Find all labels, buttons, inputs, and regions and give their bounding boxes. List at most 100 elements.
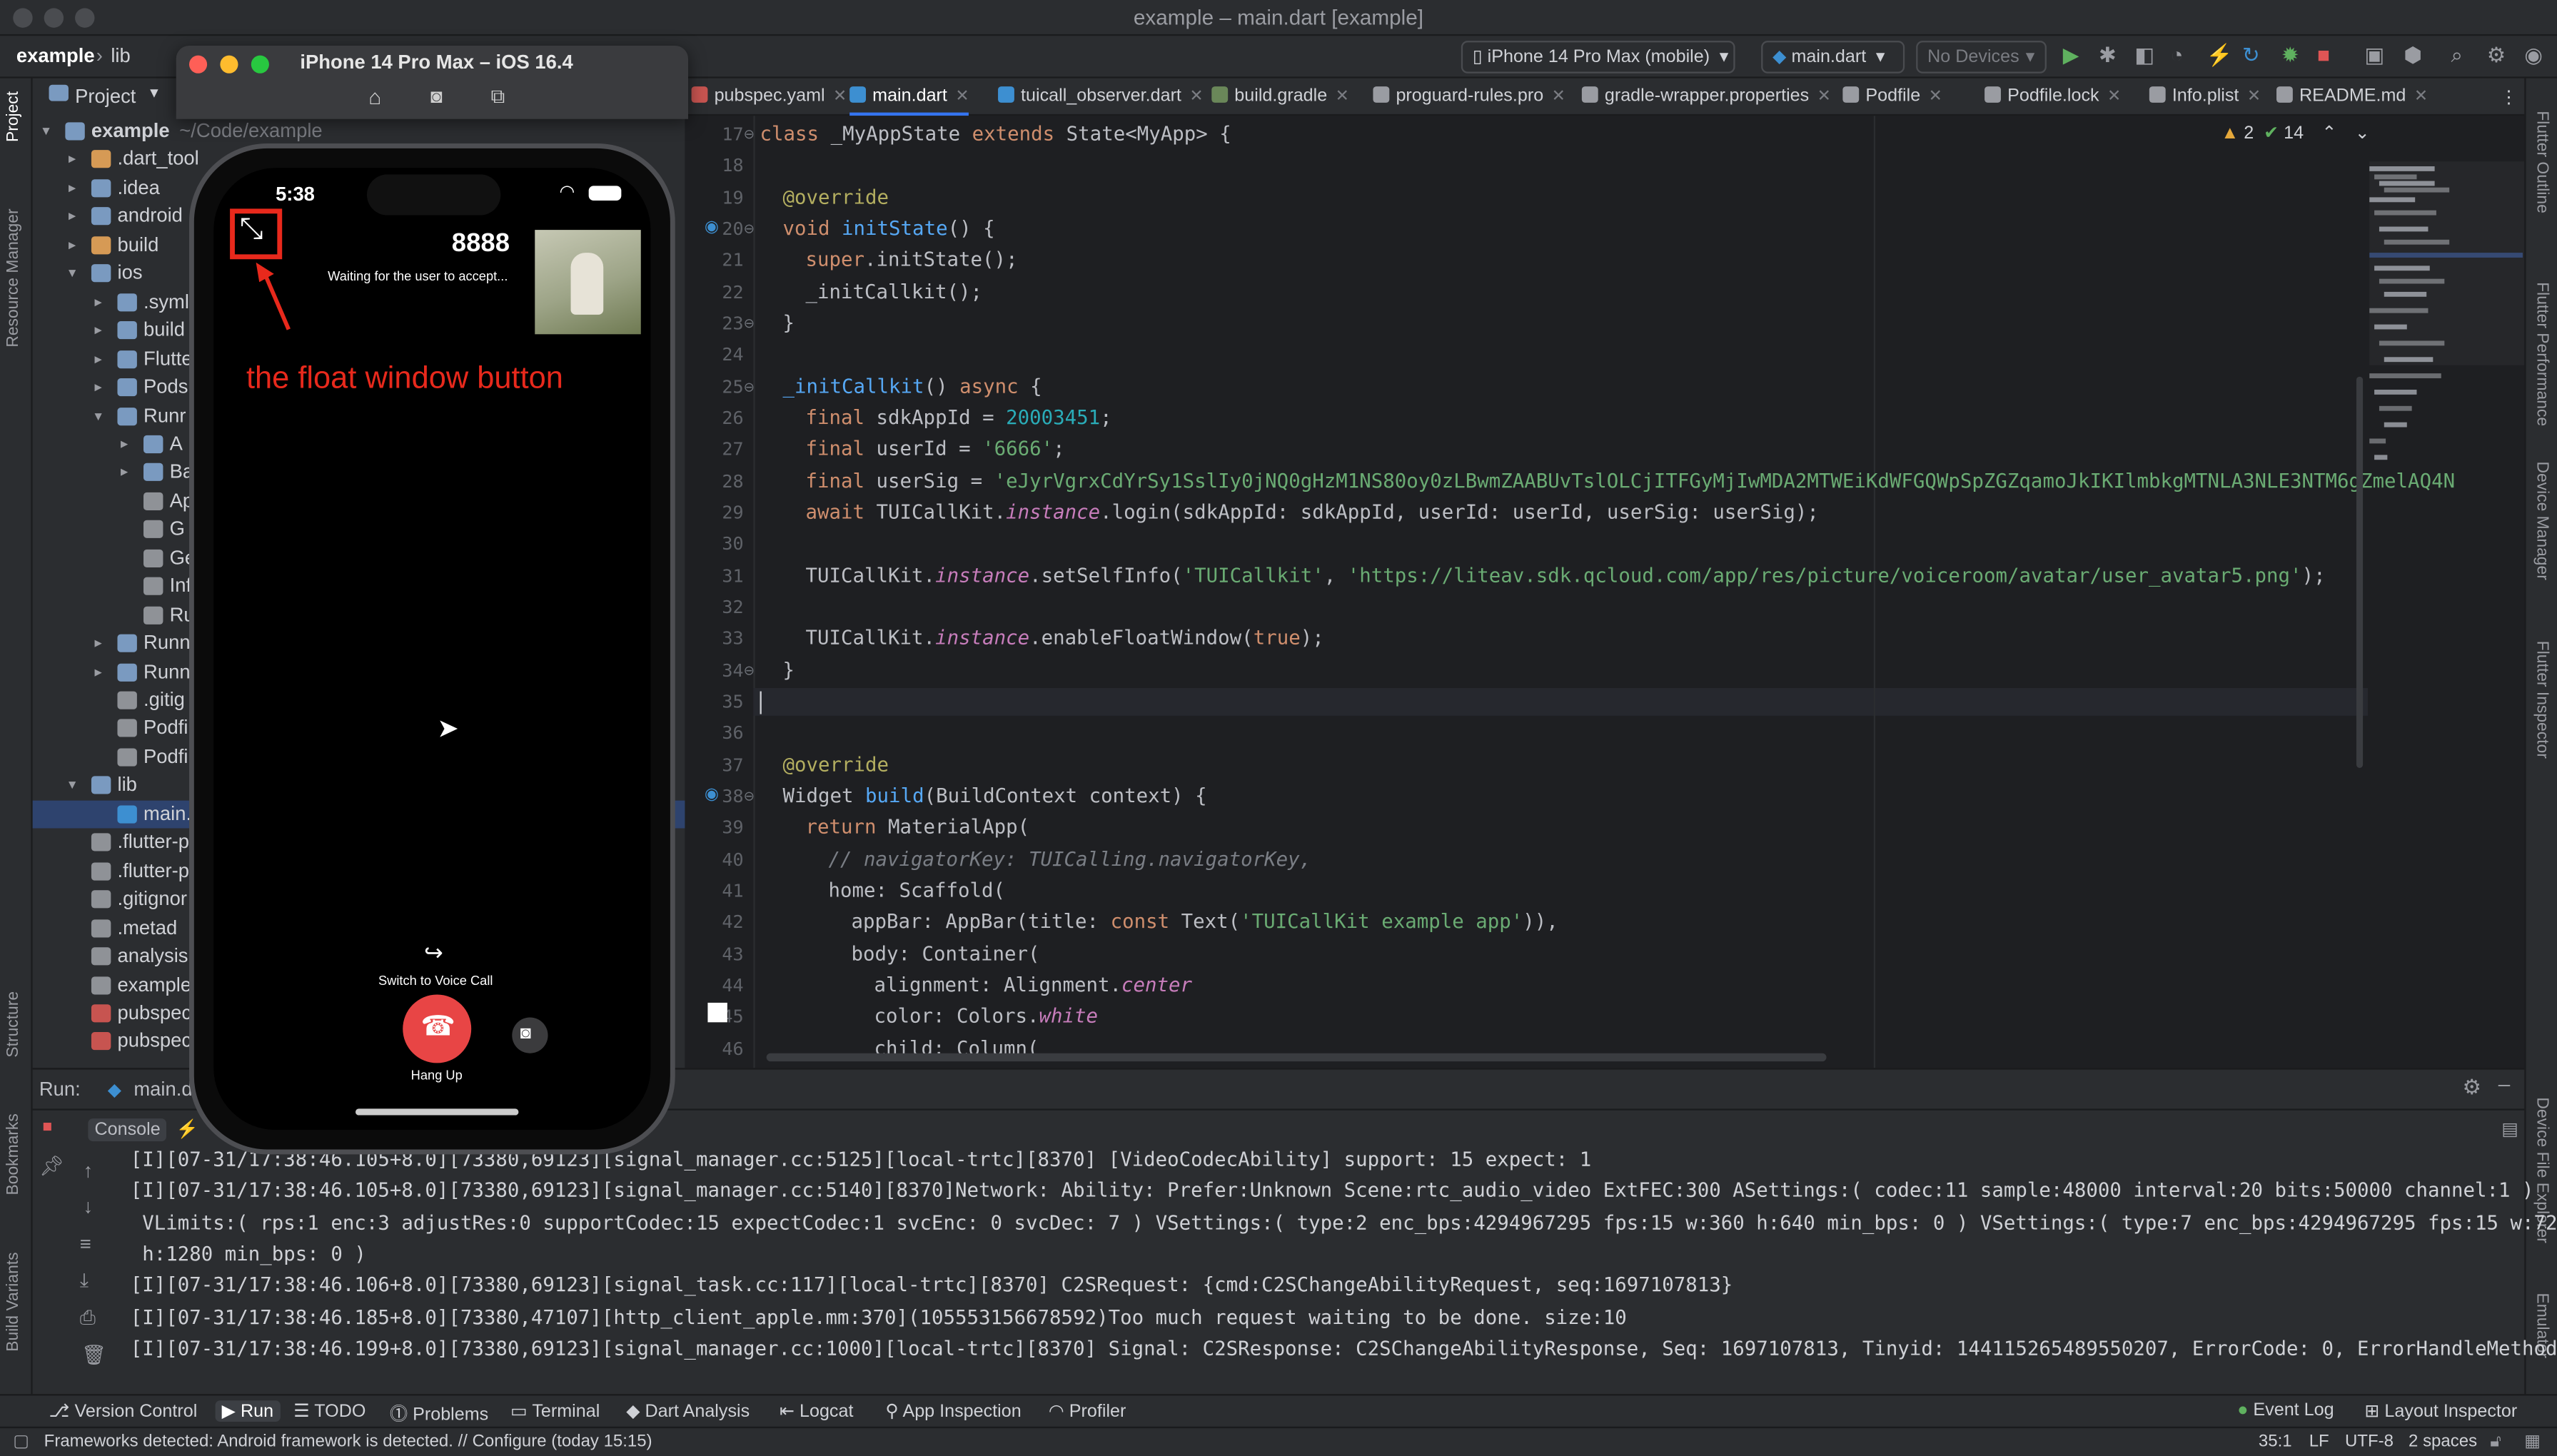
code-line[interactable]: Widget build(BuildContext context) { — [783, 784, 1207, 807]
run-config-selector[interactable]: ◆ main.dart ▾ — [1761, 41, 1905, 74]
gear-icon[interactable]: ⚙ — [2462, 1074, 2481, 1101]
attach-debugger-icon[interactable]: ✹ — [2281, 42, 2299, 69]
code-line[interactable]: home: Scaffold( — [828, 879, 1005, 901]
close-icon[interactable]: ✕ — [1336, 88, 1349, 106]
tool-logcat[interactable]: ⇤ Logcat — [780, 1400, 854, 1422]
chevron-right-icon[interactable]: ▸ — [121, 435, 128, 453]
close-icon[interactable]: ✕ — [2247, 88, 2261, 106]
code-line[interactable]: await TUICallKit.instance.login(sdkAppId… — [805, 500, 1818, 523]
code-line[interactable]: } — [783, 311, 795, 334]
editor-tab[interactable]: Info.plist ✕ — [2149, 79, 2261, 116]
code-line[interactable]: appBar: AppBar(title: const Text('TUICal… — [851, 910, 1558, 933]
horizontal-scrollbar[interactable] — [766, 1053, 1827, 1062]
minimap-viewport[interactable] — [2369, 161, 2525, 365]
close-icon[interactable]: ✕ — [2107, 88, 2121, 106]
chevron-right-icon[interactable]: ▸ — [69, 179, 76, 197]
code-line[interactable]: // navigatorKey: TUICalling.navigatorKey… — [828, 847, 1311, 870]
hot-reload-icon[interactable]: ⚡ — [2207, 42, 2233, 69]
code-line[interactable]: void initState() { — [783, 217, 995, 240]
editor-tab[interactable]: Podfile ✕ — [1842, 79, 1942, 116]
tool-window-bookmarks[interactable]: Bookmarks — [5, 1113, 23, 1195]
code-line[interactable]: final userSig = 'eJyrVgrxCdYrSy1SslIy0jN… — [805, 469, 2455, 492]
close-icon[interactable]: ✕ — [1929, 88, 1942, 106]
chevron-down-icon[interactable]: ▾ — [69, 265, 76, 283]
indent-setting[interactable]: 2 spaces — [2409, 1432, 2477, 1451]
code-line[interactable]: TUICallKit.instance.enableFloatWindow(tr… — [805, 627, 1323, 649]
gear-icon[interactable]: ⚙ — [2487, 42, 2506, 69]
home-indicator[interactable] — [355, 1108, 519, 1116]
minimize-simulator-button[interactable] — [220, 55, 238, 74]
status-toggle-icon[interactable]: ▢ — [13, 1432, 29, 1451]
close-icon[interactable]: ✕ — [833, 88, 847, 106]
code-line[interactable]: @override — [783, 752, 889, 775]
account-icon[interactable]: ◉ — [2524, 42, 2543, 69]
more-tabs-icon[interactable]: ⋮ — [2500, 79, 2518, 116]
code-line[interactable]: TUICallKit.instance.setSelfInfo('TUICall… — [805, 564, 2325, 587]
tool-terminal[interactable]: ▭ Terminal — [510, 1400, 600, 1422]
layout-icon[interactable]: ▤ — [2501, 1118, 2518, 1139]
sdk-manager-icon[interactable]: ⬢ — [2404, 42, 2422, 69]
editor-tab[interactable]: pubspec.yaml ✕ — [691, 79, 847, 116]
status-message[interactable]: Frameworks detected: Android framework i… — [44, 1432, 652, 1451]
tool-window-build-variants[interactable]: Build Variants — [5, 1252, 23, 1351]
tool-window-structure[interactable]: Structure — [5, 991, 23, 1058]
console-tab[interactable]: Console — [88, 1118, 167, 1142]
tool-window-flutter-inspector[interactable]: Flutter Inspector — [2533, 641, 2551, 759]
device-selector[interactable]: ▯ iPhone 14 Pro Max (mobile) ▾ — [1461, 41, 1735, 74]
file-encoding[interactable]: UTF-8 — [2345, 1432, 2394, 1451]
chevron-right-icon[interactable]: ▸ — [94, 635, 101, 652]
close-icon[interactable]: ✕ — [1817, 88, 1831, 106]
code-content[interactable]: class _MyAppState extends State<MyApp> {… — [685, 116, 2455, 1068]
vertical-scrollbar[interactable] — [2356, 376, 2364, 768]
editor-tab[interactable]: Podfile.lock ✕ — [1984, 79, 2121, 116]
caret-position[interactable]: 35:1 — [2259, 1432, 2292, 1451]
stop-icon[interactable]: ■ — [42, 1118, 52, 1136]
tool-event-log[interactable]: ● Event Log — [2237, 1400, 2334, 1420]
tool-profiler[interactable]: ◠ Profiler — [1049, 1400, 1126, 1422]
lightning-icon[interactable]: ⚡ — [176, 1118, 198, 1139]
editor-tab[interactable]: build.gradle ✕ — [1211, 79, 1349, 116]
switch-camera-button[interactable]: ◙ — [512, 1017, 548, 1053]
coverage-icon[interactable]: ◧ — [2134, 42, 2154, 69]
tool-window-project[interactable]: Project — [5, 91, 23, 142]
chevron-right-icon[interactable]: ▸ — [69, 151, 76, 168]
debug-icon[interactable]: ✱ — [2099, 42, 2117, 69]
inspection-widget[interactable]: ▲ 2 ✔ 14 ⌃ ⌄ — [2221, 122, 2369, 143]
chevron-up-icon[interactable]: ⌃ — [2321, 124, 2336, 143]
chevron-down-icon[interactable]: ▾ — [42, 122, 49, 140]
chevron-right-icon[interactable]: ▸ — [94, 293, 101, 310]
tool-version-control[interactable]: ⎇ Version Control — [49, 1400, 198, 1422]
lock-icon[interactable]: 🔓︎ — [2490, 1432, 2501, 1453]
switch-to-voice-label[interactable]: Switch to Voice Call — [378, 974, 493, 989]
code-line[interactable]: final sdkAppId = 20003451; — [805, 406, 1111, 429]
code-line[interactable]: _initCallkit(); — [805, 280, 982, 303]
editor-tab[interactable]: gradle-wrapper.properties ✕ — [1581, 79, 1831, 116]
project-view-selector[interactable]: Project — [75, 85, 136, 108]
close-simulator-button[interactable] — [188, 55, 208, 74]
chevron-right-icon[interactable]: ▸ — [121, 464, 128, 482]
editor-tab[interactable]: proguard-rules.pro ✕ — [1373, 79, 1565, 116]
code-line[interactable]: color: Colors.white — [874, 1005, 1098, 1028]
code-minimap[interactable] — [2369, 161, 2525, 552]
breadcrumb-lib[interactable]: lib — [111, 44, 130, 67]
tree-item[interactable]: ▾ example ~/Code/example — [33, 117, 685, 146]
tool-window-flutter-outline[interactable]: Flutter Outline — [2533, 111, 2551, 213]
chevron-right-icon[interactable]: ▸ — [94, 663, 101, 681]
tool-window-resource-manager[interactable]: Resource Manager — [5, 208, 23, 347]
chevron-down-icon[interactable]: ▾ — [69, 777, 76, 794]
chevron-right-icon[interactable]: ▸ — [94, 378, 101, 396]
code-line[interactable]: class _MyAppState extends State<MyApp> { — [760, 122, 1231, 145]
tool-todo[interactable]: ☰ TODO — [293, 1400, 365, 1422]
chevron-down-icon[interactable]: ⌄ — [2355, 124, 2370, 143]
chevron-right-icon[interactable]: ▸ — [69, 208, 76, 226]
chevron-right-icon[interactable]: ▸ — [69, 236, 76, 254]
chevron-down-icon[interactable]: ▾ — [94, 407, 101, 425]
switch-to-voice-icon[interactable]: ↪ — [424, 939, 443, 967]
home-icon[interactable]: ⌂ — [368, 85, 381, 109]
code-line[interactable]: super.initState(); — [805, 248, 1017, 271]
target-device-selector[interactable]: No Devices ▾ — [1916, 41, 2047, 74]
console-output[interactable]: [I][07-31/17:38:46.105+8.0][73380,69123]… — [33, 1148, 2557, 1392]
close-icon[interactable]: ✕ — [2414, 88, 2428, 106]
line-separator[interactable]: LF — [2309, 1432, 2329, 1451]
search-icon[interactable]: ⌕ — [2451, 42, 2463, 69]
